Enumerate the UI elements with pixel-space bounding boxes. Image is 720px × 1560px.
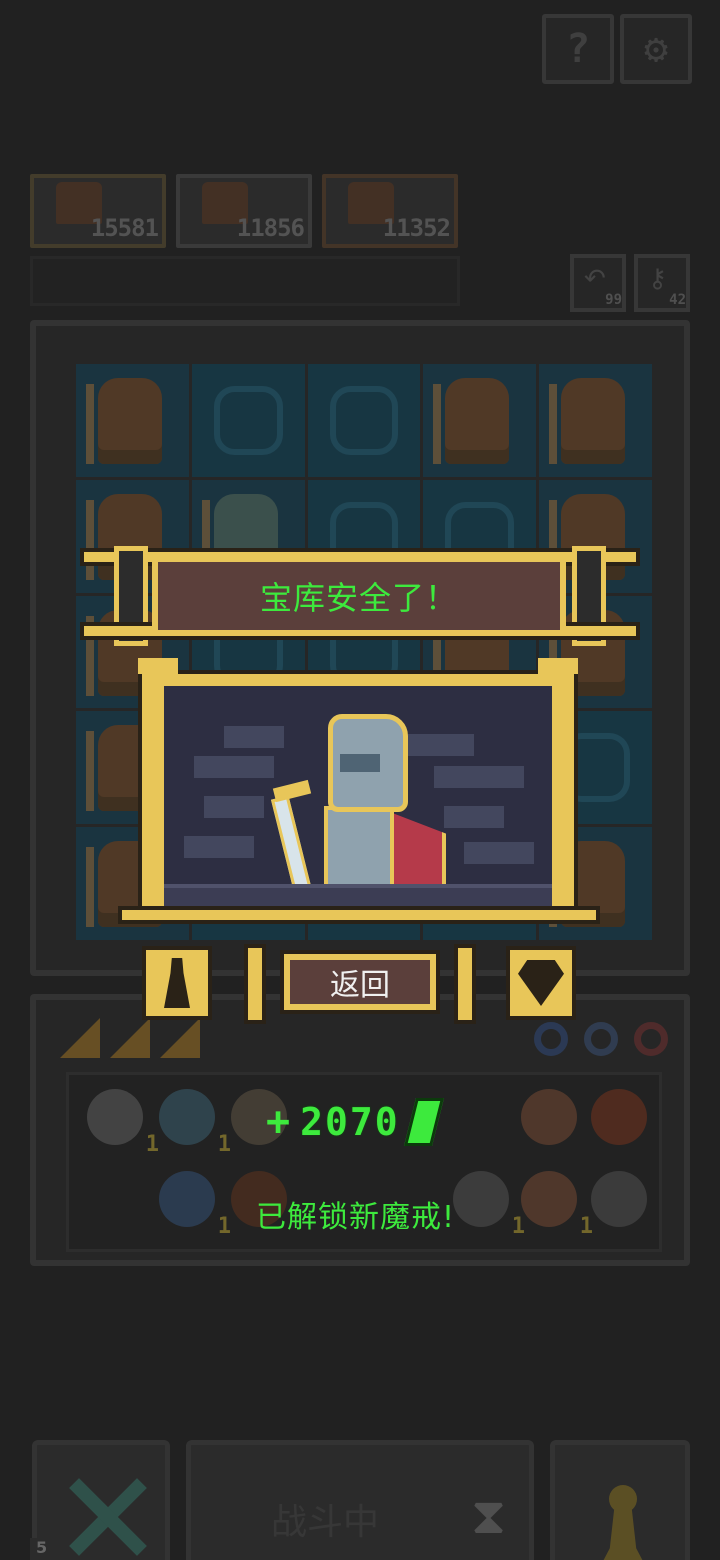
cheese-icon: [60, 1018, 100, 1058]
monkey-warrior-icon: [561, 378, 626, 464]
enemy-card-1[interactable]: 15581: [30, 174, 166, 248]
staff-icon: [433, 384, 442, 464]
enemy-score: 11352: [382, 214, 451, 242]
corner-badge: 5: [30, 1538, 64, 1560]
popup-title-panel: 宝库安全了！: [152, 556, 566, 636]
question-icon: ?: [565, 26, 591, 72]
board-cell-empty[interactable]: [307, 364, 421, 477]
fruit-icon[interactable]: [521, 1089, 577, 1145]
scene-base: [118, 906, 600, 924]
ring-slot-icon[interactable]: [584, 1022, 618, 1056]
settings-button[interactable]: ⚙: [620, 14, 692, 84]
monkey-warrior-icon: [98, 378, 162, 464]
gear-icon: ⚙: [643, 26, 669, 72]
reward-plus: +: [266, 1099, 291, 1145]
cheese-icon: [110, 1018, 150, 1058]
help-button[interactable]: ?: [542, 14, 614, 84]
monkey-warrior-icon: [445, 378, 510, 464]
key-icon: ⚷: [648, 264, 668, 294]
hourglass-icon: ⧗: [471, 1487, 507, 1545]
enemy-card-3[interactable]: 11352: [322, 174, 458, 248]
key-button[interactable]: ⚷ 42: [634, 254, 690, 312]
enemy-score: 15581: [90, 214, 159, 242]
pawn-icon: [595, 1485, 651, 1560]
bone-icon[interactable]: 1: [87, 1089, 159, 1157]
popup-title: 宝库安全了！: [158, 562, 560, 630]
staff-icon: [86, 384, 94, 464]
knight-scene: [164, 686, 552, 906]
piece-button[interactable]: [550, 1440, 690, 1560]
chest-icon[interactable]: [591, 1089, 647, 1145]
undo-arrow-icon: ↶: [584, 264, 606, 294]
board-cell-enemy[interactable]: [76, 364, 189, 477]
emerald-icon: [403, 1098, 444, 1146]
battle-status-label: 战斗中: [271, 1502, 380, 1543]
board-cell-empty[interactable]: [191, 364, 305, 477]
staff-icon: [86, 731, 94, 812]
hat-icon[interactable]: 1: [159, 1171, 231, 1239]
key-count: 42: [669, 292, 686, 308]
undo-button[interactable]: ↶ 99: [570, 254, 626, 312]
armor-icon[interactable]: [591, 1171, 647, 1227]
anvil-icon[interactable]: 1: [453, 1171, 525, 1239]
undo-count: 99: [605, 292, 622, 308]
knight-icon: [264, 706, 446, 906]
back-button[interactable]: 返回: [280, 950, 440, 1014]
name-bar: [30, 256, 460, 306]
empty-tile-icon: [329, 386, 399, 455]
ring-slot-icon[interactable]: [634, 1022, 668, 1056]
bell-icon[interactable]: 1: [521, 1171, 593, 1239]
ring-slot-icon[interactable]: [534, 1022, 568, 1056]
enemy-score: 11856: [236, 214, 305, 242]
staff-icon: [549, 384, 558, 464]
back-label: 返回: [290, 960, 430, 1004]
cheese-icon: [160, 1018, 200, 1058]
battle-status-button[interactable]: 战斗中 ⧗: [186, 1440, 534, 1560]
board-cell-enemy[interactable]: [539, 364, 652, 477]
scene-floor: [164, 884, 552, 906]
unlock-message: 已解锁新魔戒!: [256, 1200, 456, 1235]
reward-display: + 2070: [266, 1094, 444, 1150]
enemy-card-2[interactable]: 11856: [176, 174, 312, 248]
leaderboard-button[interactable]: [142, 946, 212, 1020]
board-cell-enemy[interactable]: [423, 364, 537, 477]
pawn-icon: [164, 958, 190, 1008]
gem-shop-button[interactable]: [506, 946, 576, 1020]
scene-frame: [138, 658, 578, 922]
staff-icon: [86, 847, 94, 928]
heart-shield-icon[interactable]: 1: [159, 1089, 231, 1157]
close-icon: [67, 1475, 147, 1555]
empty-tile-icon: [213, 386, 283, 455]
reward-value: 2070: [300, 1100, 400, 1144]
gem-icon: [518, 960, 564, 1006]
